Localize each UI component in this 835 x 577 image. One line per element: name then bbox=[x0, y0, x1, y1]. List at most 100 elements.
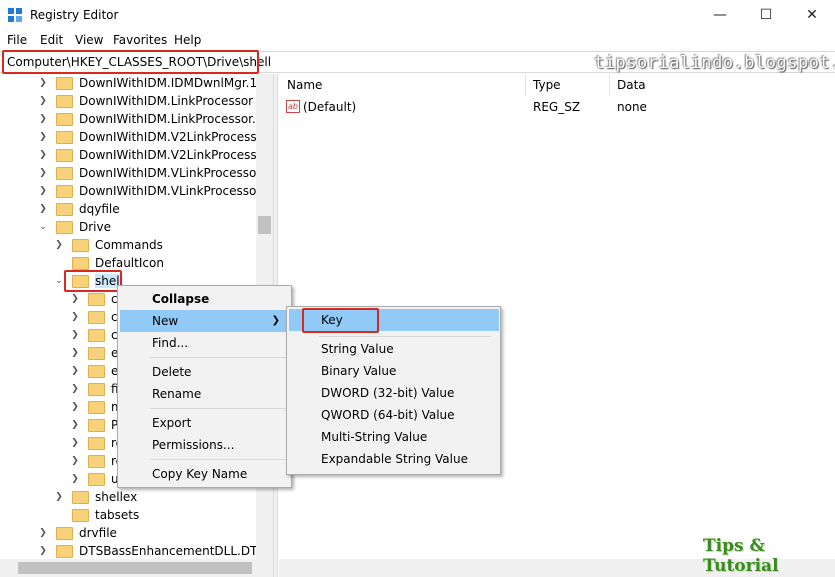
chevron-right-icon[interactable]: ❯ bbox=[70, 366, 80, 376]
menu-file[interactable]: File bbox=[7, 33, 27, 47]
chevron-right-icon[interactable]: ❯ bbox=[54, 492, 64, 502]
folder-icon bbox=[88, 346, 105, 360]
column-type[interactable]: Type bbox=[533, 78, 561, 96]
chevron-right-icon[interactable]: ❯ bbox=[70, 438, 80, 448]
context-menu: Collapse New ❯ Find... Delete Rename Expo… bbox=[117, 285, 292, 488]
chevron-right-icon[interactable]: ❯ bbox=[38, 132, 48, 142]
folder-icon bbox=[72, 238, 89, 252]
folder-icon bbox=[56, 544, 73, 558]
folder-icon bbox=[56, 148, 73, 162]
tree-item[interactable]: ❯ DownIWithIDM.IDMDwnlMgr.1 bbox=[38, 74, 257, 92]
submenu-string-value[interactable]: String Value bbox=[289, 338, 499, 360]
chevron-right-icon[interactable]: ❯ bbox=[70, 348, 80, 358]
menu-permissions[interactable]: Permissions... bbox=[120, 434, 290, 456]
tree-item[interactable]: ❯cr bbox=[70, 326, 122, 344]
tree-item[interactable]: ❯re bbox=[70, 452, 123, 470]
column-data[interactable]: Data bbox=[617, 78, 646, 96]
ab-string-icon: ab bbox=[286, 100, 300, 113]
tree-item[interactable]: ❯ DownIWithIDM.LinkProcessor bbox=[38, 92, 253, 110]
menu-view[interactable]: View bbox=[75, 33, 103, 47]
chevron-right-icon[interactable]: ❯ bbox=[70, 402, 80, 412]
tree-item[interactable]: ❯ur bbox=[70, 470, 123, 488]
chevron-right-icon[interactable]: ❯ bbox=[70, 330, 80, 340]
tree-item[interactable]: tabsets bbox=[54, 506, 139, 524]
tree-item[interactable]: ❯ dqyfile bbox=[38, 200, 119, 218]
chevron-right-icon[interactable]: ❯ bbox=[70, 384, 80, 394]
submenu-expandable-string-value[interactable]: Expandable String Value bbox=[289, 448, 499, 470]
folder-icon bbox=[88, 328, 105, 342]
folder-icon bbox=[56, 220, 73, 234]
submenu-qword-value[interactable]: QWORD (64-bit) Value bbox=[289, 404, 499, 426]
tree-item[interactable]: ❯ Commands bbox=[54, 236, 163, 254]
tree-item[interactable]: ❯ shellex bbox=[54, 488, 137, 506]
chevron-right-icon[interactable]: ❯ bbox=[70, 474, 80, 484]
chevron-right-icon[interactable]: ❯ bbox=[38, 78, 48, 88]
chevron-down-icon[interactable]: ⌄ bbox=[38, 222, 48, 232]
column-name[interactable]: Name bbox=[287, 78, 322, 96]
chevron-right-icon[interactable]: ❯ bbox=[38, 528, 48, 538]
tree-item[interactable]: ❯re bbox=[70, 434, 123, 452]
value-name[interactable]: (Default) bbox=[303, 100, 356, 114]
title-bar: Registry Editor — ☐ ✕ bbox=[0, 0, 835, 30]
submenu-binary-value[interactable]: Binary Value bbox=[289, 360, 499, 382]
tree-item[interactable]: ❯m bbox=[70, 398, 122, 416]
chevron-down-icon[interactable]: ⌄ bbox=[54, 276, 64, 286]
maximize-icon[interactable]: ☐ bbox=[743, 0, 789, 30]
tree-item[interactable]: ❯ DownIWithIDM.V2LinkProcessor bbox=[38, 128, 269, 146]
tree-hscroll-thumb[interactable] bbox=[18, 562, 252, 574]
watermark-logo: Tips & Tutorial bbox=[703, 536, 779, 576]
menu-separator bbox=[319, 336, 491, 337]
chevron-right-icon[interactable]: ❯ bbox=[70, 456, 80, 466]
tree-item[interactable]: ❯ DownIWithIDM.V2LinkProcessor.1 bbox=[38, 146, 273, 164]
tree-scroll-thumb[interactable] bbox=[258, 216, 271, 234]
chevron-right-icon: ❯ bbox=[271, 315, 280, 326]
shell-annotation-box bbox=[64, 270, 122, 292]
folder-icon bbox=[88, 382, 105, 396]
chevron-right-icon[interactable]: ❯ bbox=[38, 96, 48, 106]
folder-icon bbox=[56, 76, 73, 90]
menu-copy-key-name[interactable]: Copy Key Name bbox=[120, 463, 290, 485]
close-icon[interactable]: ✕ bbox=[789, 0, 835, 30]
menu-delete[interactable]: Delete bbox=[120, 361, 290, 383]
folder-icon bbox=[88, 364, 105, 378]
chevron-right-icon[interactable]: ❯ bbox=[70, 420, 80, 430]
menu-help[interactable]: Help bbox=[174, 33, 201, 47]
menu-rename[interactable]: Rename bbox=[120, 383, 290, 405]
chevron-right-icon[interactable]: ❯ bbox=[38, 114, 48, 124]
column-divider[interactable] bbox=[525, 74, 526, 96]
folder-icon bbox=[88, 310, 105, 324]
chevron-right-icon[interactable]: ❯ bbox=[70, 294, 80, 304]
chevron-right-icon[interactable]: ❯ bbox=[38, 204, 48, 214]
tree-item-drive[interactable]: ⌄ Drive bbox=[38, 218, 111, 236]
chevron-right-icon[interactable]: ❯ bbox=[70, 312, 80, 322]
window-title: Registry Editor bbox=[30, 8, 119, 22]
chevron-right-icon[interactable]: ❯ bbox=[38, 186, 48, 196]
submenu-multi-string-value[interactable]: Multi-String Value bbox=[289, 426, 499, 448]
menu-collapse[interactable]: Collapse bbox=[120, 288, 290, 310]
chevron-right-icon[interactable]: ❯ bbox=[38, 546, 48, 556]
folder-icon bbox=[56, 166, 73, 180]
chevron-right-icon[interactable]: ❯ bbox=[54, 240, 64, 250]
tree-item[interactable]: ❯ DTSBassEnhancementDLL.DTSBass bbox=[38, 542, 273, 560]
menu-new[interactable]: New ❯ bbox=[120, 310, 290, 332]
folder-icon bbox=[56, 526, 73, 540]
folder-icon bbox=[88, 436, 105, 450]
menu-edit[interactable]: Edit bbox=[40, 33, 63, 47]
tree-item[interactable]: ❯ DownIWithIDM.VLinkProcessor bbox=[38, 164, 261, 182]
menu-export[interactable]: Export bbox=[120, 412, 290, 434]
chevron-right-icon[interactable]: ❯ bbox=[38, 150, 48, 160]
folder-icon bbox=[56, 130, 73, 144]
chevron-right-icon[interactable]: ❯ bbox=[38, 168, 48, 178]
tree-item[interactable]: ❯fir bbox=[70, 380, 123, 398]
folder-icon bbox=[88, 454, 105, 468]
minimize-icon[interactable]: — bbox=[697, 0, 743, 30]
submenu-dword-value[interactable]: DWORD (32-bit) Value bbox=[289, 382, 499, 404]
folder-icon bbox=[88, 292, 105, 306]
menu-find[interactable]: Find... bbox=[120, 332, 290, 354]
tree-item[interactable]: ❯ DownIWithIDM.VLinkProcessor.1 bbox=[38, 182, 271, 200]
menu-separator bbox=[150, 459, 288, 460]
column-divider[interactable] bbox=[609, 74, 610, 96]
tree-item[interactable]: ❯ drvfile bbox=[38, 524, 117, 542]
tree-item[interactable]: ❯ DownIWithIDM.LinkProcessor.1 bbox=[38, 110, 263, 128]
menu-favorites[interactable]: Favorites bbox=[113, 33, 167, 47]
